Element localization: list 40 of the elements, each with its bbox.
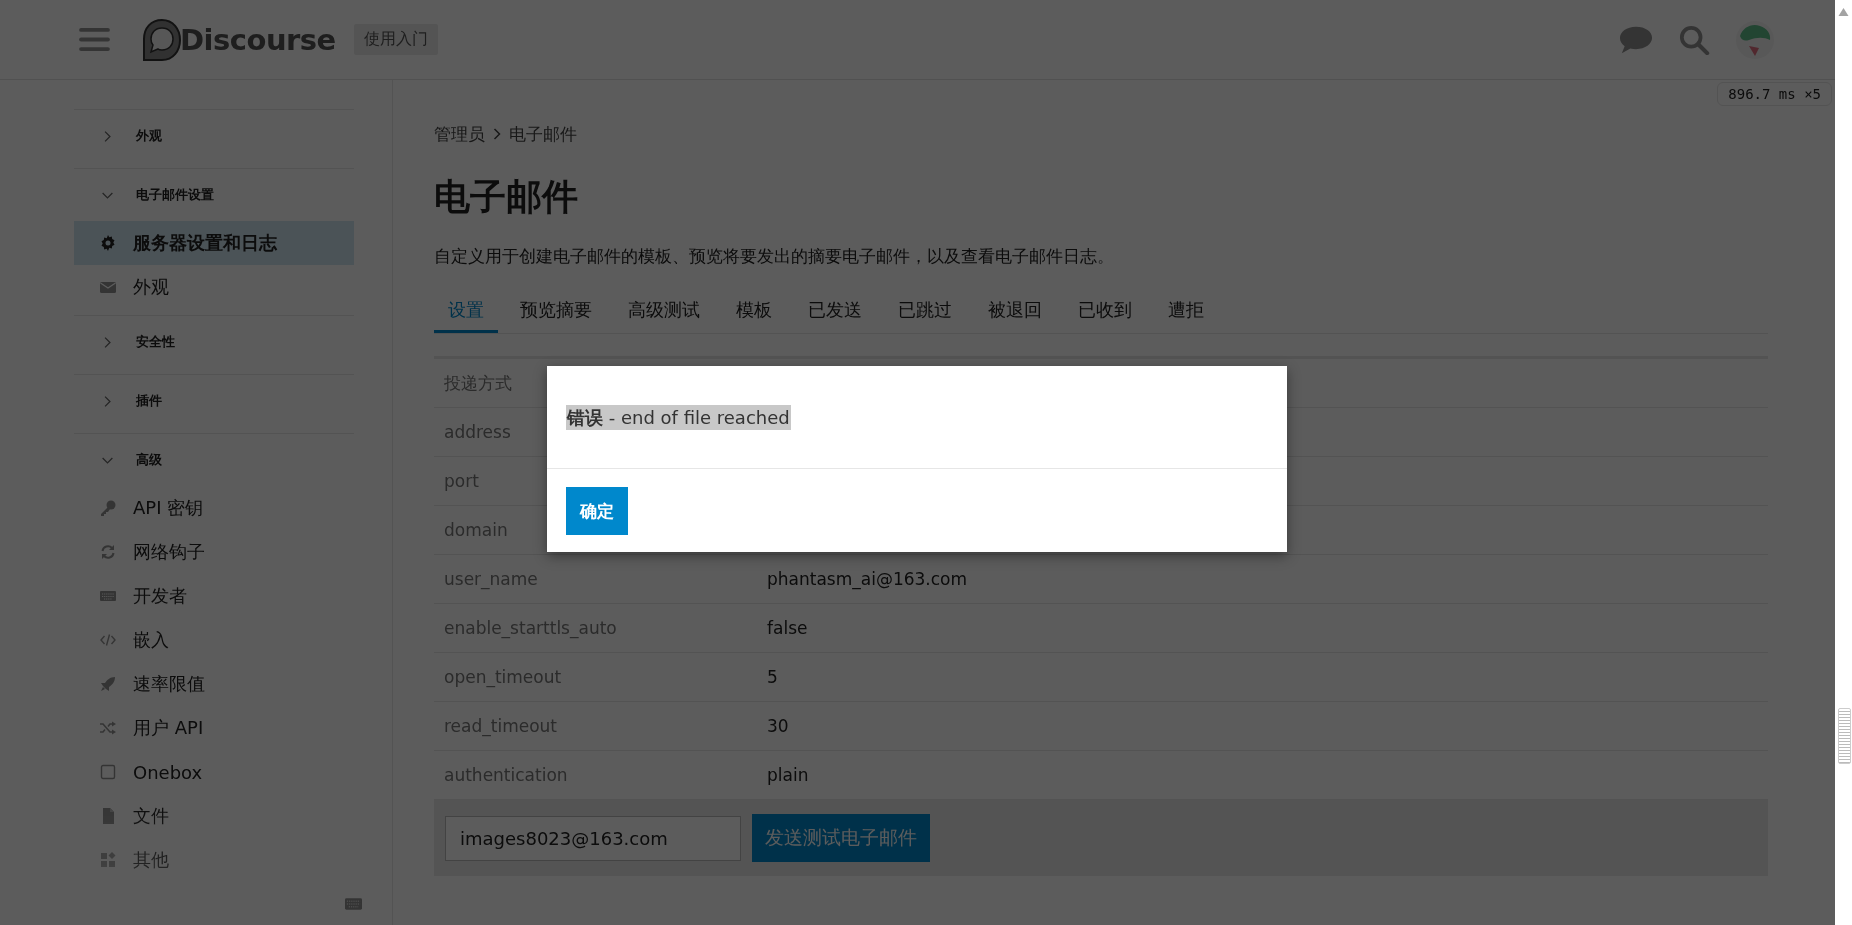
- tab[interactable]: 被退回: [974, 292, 1056, 333]
- breadcrumb-link[interactable]: 电子邮件: [509, 122, 577, 146]
- sidebar-item[interactable]: 网络钩子: [74, 530, 354, 574]
- sidebar-item[interactable]: 嵌入: [74, 618, 354, 662]
- breadcrumb-link[interactable]: 管理员: [434, 122, 485, 146]
- sidebar-item[interactable]: 服务器设置和日志: [74, 221, 354, 265]
- tab[interactable]: 模板: [722, 292, 786, 333]
- sidebar-section-header[interactable]: 电子邮件设置: [74, 169, 354, 221]
- sidebar-section-header[interactable]: 高级: [74, 434, 354, 486]
- tab[interactable]: 高级测试: [614, 292, 714, 333]
- sidebar-item[interactable]: 其他: [74, 838, 354, 882]
- setting-value: false: [767, 618, 808, 638]
- tab[interactable]: 已发送: [794, 292, 876, 333]
- tab[interactable]: 已跳过: [884, 292, 966, 333]
- tab[interactable]: 设置: [434, 292, 498, 333]
- setting-value: plain: [767, 765, 809, 785]
- email-field[interactable]: images8023@163.com: [445, 815, 741, 861]
- tab[interactable]: 预览摘要: [506, 292, 606, 333]
- sidebar-item[interactable]: 文件: [74, 794, 354, 838]
- sidebar-item[interactable]: 用户 API: [74, 706, 354, 750]
- sidebar-item[interactable]: API 密钥: [74, 486, 354, 530]
- ok-button[interactable]: 确定: [566, 487, 628, 535]
- sidebar-item[interactable]: 外观: [74, 265, 354, 309]
- sidebar-section-header[interactable]: 外观: [74, 110, 354, 162]
- page-title: 电子邮件: [434, 175, 579, 219]
- logo-text[interactable]: Discourse: [180, 22, 336, 57]
- page-description: 自定义用于创建电子邮件的模板、预览将要发出的摘要电子邮件，以及查看电子邮件日志。: [434, 245, 1115, 268]
- sidebar-section-header[interactable]: 安全性: [74, 316, 354, 368]
- error-message: 错误 - end of file reached: [566, 405, 791, 430]
- setting-value: 5: [767, 667, 778, 687]
- tab[interactable]: 遭拒: [1154, 292, 1218, 333]
- send-test-email-button[interactable]: 发送测试电子邮件: [752, 814, 930, 862]
- sidebar-item[interactable]: Onebox: [74, 750, 354, 794]
- setting-value: phantasm_ai@163.com: [767, 569, 968, 589]
- sidebar-item[interactable]: 速率限值: [74, 662, 354, 706]
- tab[interactable]: 已收到: [1064, 292, 1146, 333]
- timing-badge: 896.7 ms ×5: [1717, 82, 1832, 106]
- setting-value: 30: [767, 716, 789, 736]
- sidebar-section-header[interactable]: 插件: [74, 375, 354, 427]
- sidebar-item[interactable]: 开发者: [74, 574, 354, 618]
